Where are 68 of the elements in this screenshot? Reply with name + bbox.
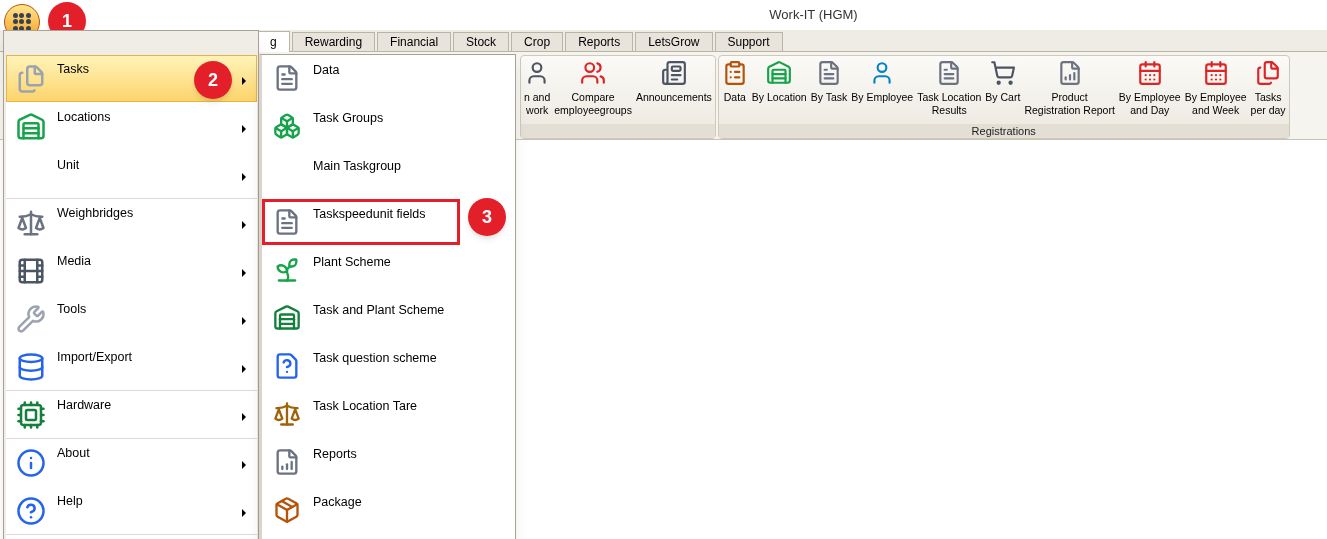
submenu-item[interactable]: Task Groups	[262, 103, 460, 149]
submenu-arrow-icon	[242, 125, 246, 133]
submenu-arrow-icon	[242, 461, 246, 469]
ribbon-tab[interactable]: Stock	[453, 32, 510, 51]
submenu-item[interactable]: Taskspeedunit fields	[262, 199, 460, 245]
ribbon-button[interactable]: By Employee and Day	[1116, 60, 1183, 117]
menu-item[interactable]: Tools	[6, 295, 257, 342]
ribbon-button[interactable]: Product Registration Report	[1022, 60, 1117, 117]
submenu-item[interactable]: Task and Plant Scheme	[262, 295, 460, 341]
group-label: Registrations	[971, 123, 1036, 139]
menu-item[interactable]: Help	[6, 487, 257, 534]
info-icon	[16, 448, 46, 478]
ribbon-button[interactable]: Task Location Results	[915, 60, 984, 117]
submenu-item[interactable]: Reports	[262, 439, 460, 485]
wrench-icon	[16, 304, 46, 334]
scale-icon	[273, 400, 301, 428]
scale-icon	[16, 208, 46, 238]
submenu-item[interactable]: Task question scheme	[262, 343, 460, 389]
submenu-arrow-icon	[242, 269, 246, 277]
database-icon	[16, 352, 46, 382]
menu-item[interactable]: Locations	[6, 103, 257, 150]
ribbon-button[interactable]: By Employee	[849, 60, 916, 104]
circuit-board-icon	[16, 400, 46, 430]
ribbon-tab[interactable]: Reports	[565, 32, 634, 51]
menu-item[interactable]: Hardware	[6, 391, 257, 438]
ribbon-button[interactable]: By Location	[749, 60, 809, 104]
submenu-item[interactable]: Data	[262, 55, 460, 101]
help-icon	[16, 496, 46, 526]
submenu-arrow-icon	[242, 413, 246, 421]
cart-icon	[989, 60, 1016, 86]
submenu-arrow-icon	[242, 365, 246, 373]
boxes-icon	[273, 112, 301, 140]
newspaper-icon	[660, 60, 687, 86]
ribbon-button[interactable]: Compare employeegroups	[552, 60, 634, 117]
package-icon	[273, 496, 301, 524]
documents-icon	[1255, 60, 1282, 86]
submenu-arrow-icon	[242, 317, 246, 325]
submenu-item[interactable]: Plant Scheme	[262, 247, 460, 293]
ribbon-button[interactable]: By Employee and Week	[1182, 60, 1249, 117]
ribbon-button[interactable]: By Cart	[983, 60, 1023, 104]
submenu-arrow-icon	[242, 221, 246, 229]
ribbon-tab[interactable]: LetsGrow	[635, 32, 713, 51]
submenu-item[interactable]: Package	[262, 487, 460, 533]
menu-item[interactable]: Unit	[6, 151, 257, 198]
ribbon-tab[interactable]: Support	[714, 32, 783, 51]
window-title: Work-IT (HGM)	[769, 6, 858, 25]
ribbon-button[interactable]: By Task	[808, 60, 850, 104]
step-marker: 3	[468, 198, 506, 236]
film-reel-icon	[16, 256, 46, 286]
ribbon-tab[interactable]: Financial	[377, 32, 452, 51]
submenu-item[interactable]: Task Location Tare	[262, 391, 460, 437]
menu-item[interactable]: About	[6, 439, 257, 486]
ribbon-button[interactable]: Announcements	[633, 60, 714, 104]
ribbon-tab[interactable]: g	[257, 31, 290, 52]
menu-item[interactable]: Weighbridges	[6, 199, 257, 246]
menu-item[interactable]: Media	[6, 247, 257, 294]
ribbon-button[interactable]: Tasks per day	[1248, 60, 1288, 117]
menu-item[interactable]: Import/Export	[6, 343, 257, 390]
submenu-arrow-icon	[242, 509, 246, 517]
submenu-arrow-icon	[242, 77, 246, 85]
documents-icon	[16, 64, 46, 94]
ribbon-tab[interactable]: Crop	[511, 32, 564, 51]
ribbon-button[interactable]: n and work	[522, 60, 553, 117]
submenu-item[interactable]: Main Taskgroup	[262, 151, 460, 197]
submenu-arrow-icon	[242, 173, 246, 181]
people-icon	[580, 60, 607, 86]
ribbon-tab[interactable]: Rewarding	[291, 32, 376, 51]
ribbon-button[interactable]: Data	[719, 60, 750, 104]
